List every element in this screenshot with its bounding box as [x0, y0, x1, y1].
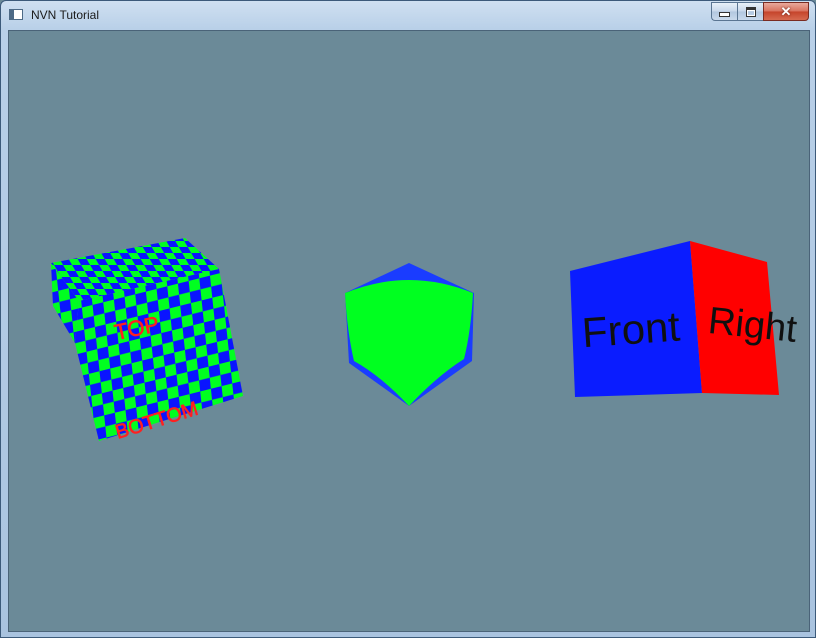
maximize-icon [745, 6, 756, 17]
labeled-cube: Front Right [570, 241, 799, 397]
close-icon: ✕ [780, 4, 792, 19]
maximize-button[interactable] [737, 2, 763, 21]
shaded-cube [345, 263, 474, 406]
window-title: NVN Tutorial [31, 8, 100, 22]
cube-front-label: Front [580, 302, 681, 356]
app-window: NVN Tutorial ✕ TOP BOTTOM Front Right [0, 0, 816, 638]
minimize-button[interactable] [711, 2, 737, 21]
close-button[interactable]: ✕ [763, 2, 809, 21]
render-viewport[interactable]: TOP BOTTOM Front Right [9, 31, 809, 631]
minimize-icon [719, 12, 730, 17]
caption-buttons: ✕ [711, 2, 809, 21]
shaded-cube-face [345, 280, 473, 406]
app-icon[interactable] [9, 9, 23, 20]
title-bar[interactable]: NVN Tutorial ✕ [1, 1, 815, 29]
checkered-cube: TOP BOTTOM [51, 238, 243, 444]
scene-canvas: TOP BOTTOM Front Right [51, 238, 799, 444]
